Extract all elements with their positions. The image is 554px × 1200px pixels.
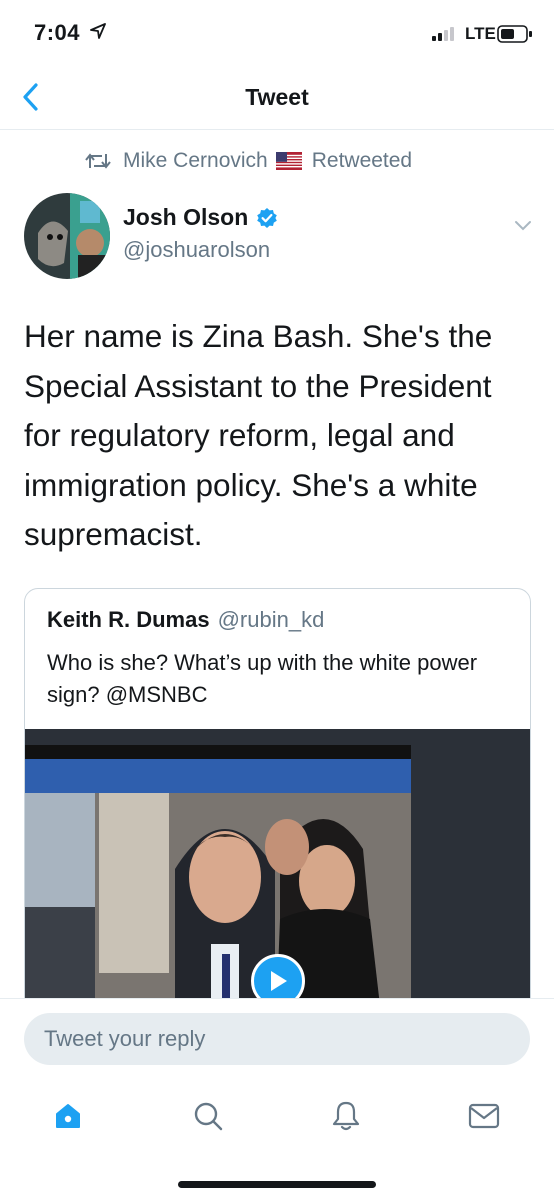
quoted-tweet[interactable]: Keith R. Dumas @rubin_kd Who is she? Wha… xyxy=(24,588,531,1048)
status-bar: 7:04 LTE xyxy=(0,0,554,66)
navigation-bar: Tweet xyxy=(0,66,554,130)
tab-bar xyxy=(0,1080,554,1200)
tweet-options-button[interactable] xyxy=(510,213,536,239)
location-arrow-icon xyxy=(90,23,106,44)
retweet-icon xyxy=(85,151,111,171)
retweet-context[interactable]: Mike Cernovich Retweeted xyxy=(85,146,412,176)
cellular-signal-icon xyxy=(432,27,460,46)
home-indicator xyxy=(178,1181,376,1188)
author-handle[interactable]: @joshuarolson xyxy=(123,237,270,263)
tab-search[interactable] xyxy=(188,1096,228,1136)
retweet-action: Retweeted xyxy=(311,149,413,172)
us-flag-icon xyxy=(275,152,302,170)
chevron-down-icon xyxy=(515,221,531,231)
verified-badge-icon xyxy=(256,207,278,229)
home-icon xyxy=(56,1104,80,1128)
messages-icon xyxy=(468,1103,500,1129)
status-time: 7:04 xyxy=(34,20,81,45)
avatar[interactable] xyxy=(24,193,110,279)
quoted-author-name: Keith R. Dumas xyxy=(47,607,210,632)
tab-messages[interactable] xyxy=(464,1096,504,1136)
reply-bar: Tweet your reply xyxy=(0,998,554,1080)
network-type: LTE xyxy=(465,24,496,43)
tab-home[interactable] xyxy=(48,1096,88,1136)
page-title: Tweet xyxy=(245,84,309,110)
author-name[interactable]: Josh Olson xyxy=(123,204,248,231)
battery-icon xyxy=(497,25,533,48)
tab-notifications[interactable] xyxy=(326,1096,366,1136)
tweet-text: Her name is Zina Bash. She's the Special… xyxy=(24,318,493,552)
play-icon xyxy=(271,971,287,991)
quoted-tweet-header: Keith R. Dumas @rubin_kd xyxy=(47,607,324,633)
notifications-icon xyxy=(332,1101,360,1131)
search-icon xyxy=(194,1102,223,1131)
reply-input[interactable]: Tweet your reply xyxy=(24,1013,530,1065)
retweeter-name: Mike Cernovich xyxy=(123,149,268,172)
author-name-row[interactable]: Josh Olson xyxy=(123,204,278,231)
quoted-tweet-text: Who is she? What’s up with the white pow… xyxy=(47,650,478,707)
quoted-author-handle: @rubin_kd xyxy=(217,607,325,632)
